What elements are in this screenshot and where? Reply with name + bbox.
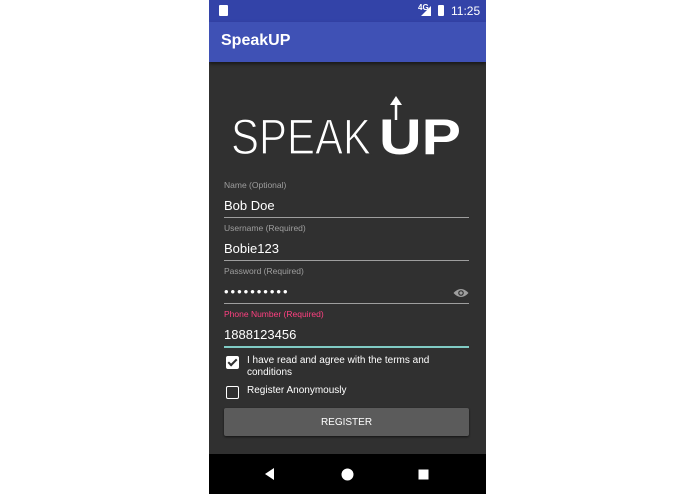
phone-field[interactable]: Phone Number (Required) 1888123456 [224, 309, 469, 348]
anonymous-row[interactable]: Register Anonymously [226, 385, 457, 399]
password-underline [224, 303, 469, 304]
app-bar: SpeakUP [209, 22, 486, 62]
name-underline [224, 217, 469, 218]
password-label: Password (Required) [224, 266, 304, 276]
logo-text-light: SPEAK [231, 109, 371, 160]
terms-label: I have read and agree with the terms and… [247, 355, 430, 378]
phone-screen: 4G 11:25 SpeakUP SPEAK UP Name (Optional… [209, 0, 486, 494]
name-field[interactable]: Name (Optional) Bob Doe [224, 180, 469, 218]
anonymous-checkbox[interactable] [226, 386, 239, 399]
name-label: Name (Optional) [224, 180, 287, 190]
terms-checkbox[interactable] [226, 356, 239, 369]
password-field[interactable]: Password (Required) •••••••••• [224, 266, 469, 304]
battery-icon [438, 5, 444, 16]
status-bar: 4G 11:25 [209, 0, 486, 22]
username-field[interactable]: Username (Required) Bobie123 [224, 223, 469, 261]
sim-icon [219, 5, 228, 16]
signal-icon [421, 6, 431, 16]
app-title: SpeakUP [221, 32, 291, 49]
name-input[interactable]: Bob Doe [224, 198, 469, 215]
username-label: Username (Required) [224, 223, 306, 233]
speakup-logo: SPEAK UP [231, 96, 461, 160]
phone-label: Phone Number (Required) [224, 309, 324, 319]
logo-text-bold: UP [379, 109, 461, 160]
terms-row[interactable]: I have read and agree with the terms and… [226, 355, 457, 379]
home-icon [341, 468, 353, 480]
phone-underline [224, 346, 469, 348]
recents-icon [418, 469, 428, 479]
back-icon [265, 468, 274, 480]
username-underline [224, 260, 469, 261]
eye-icon[interactable] [453, 288, 469, 298]
recents-button[interactable] [403, 454, 443, 494]
back-button[interactable] [250, 454, 290, 494]
status-time: 11:25 [451, 4, 481, 18]
anonymous-label: Register Anonymously [247, 385, 347, 396]
username-input[interactable]: Bobie123 [224, 241, 469, 258]
home-button[interactable] [327, 454, 367, 494]
password-input[interactable]: •••••••••• [224, 284, 469, 301]
navigation-bar [209, 454, 486, 494]
register-button[interactable]: REGISTER [224, 408, 469, 436]
phone-input[interactable]: 1888123456 [224, 327, 469, 344]
